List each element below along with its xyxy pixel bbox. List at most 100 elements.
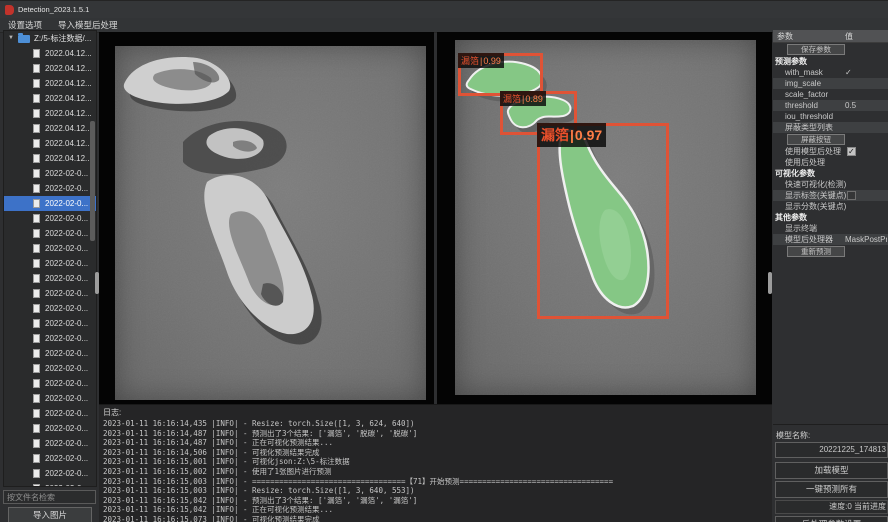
file-icon: [33, 439, 40, 448]
tree-item-label: 2022-02-0...: [45, 346, 88, 361]
log-line: 2023-01-11 16:16:15,073 |INFO| - 可视化预测结果…: [103, 515, 768, 522]
param-label: 模型后处理器: [785, 234, 833, 245]
model-name-field[interactable]: 20221225_174813: [775, 442, 888, 458]
tree-item-label: 2022.04.12...: [45, 106, 92, 121]
tree-item[interactable]: 2022-02-0...: [4, 391, 96, 406]
tree-item[interactable]: 2022-02-0...: [4, 181, 96, 196]
tree-item-label: 2022-02-0...: [45, 421, 88, 436]
param-row[interactable]: 使用模型后处理: [773, 146, 888, 157]
tree-item[interactable]: 2022-02-0...: [4, 451, 96, 466]
param-row[interactable]: 可视化参数: [773, 168, 888, 179]
file-icon: [33, 394, 40, 403]
app-logo-icon: [5, 5, 14, 15]
tree-item[interactable]: 2022-02-0...: [4, 211, 96, 226]
param-row[interactable]: 其他参数: [773, 212, 888, 223]
tree-item[interactable]: 2022.04.12...: [4, 151, 96, 166]
tree-item[interactable]: 2022-02-0...: [4, 301, 96, 316]
param-row[interactable]: scale_factor: [773, 89, 888, 100]
tree-item[interactable]: 2022-02-0...: [4, 256, 96, 271]
param-label: 快速可视化(检测): [785, 179, 846, 190]
tree-item[interactable]: 2022-02-0...: [4, 241, 96, 256]
param-row[interactable]: 屏蔽类型列表: [773, 122, 888, 133]
file-icon: [33, 79, 40, 88]
tree-item[interactable]: 2022-02-0...: [4, 346, 96, 361]
param-value[interactable]: ✓: [845, 67, 852, 78]
tree-item-label: 2022-02-0...: [45, 331, 88, 346]
param-row[interactable]: 重新预测: [773, 245, 888, 258]
tree-item-label: 2022-02-0...: [45, 286, 88, 301]
tree-item[interactable]: 2022-02-0...: [4, 196, 96, 211]
tree-item[interactable]: 2022-02-0...: [4, 436, 96, 451]
param-row[interactable]: 快速可视化(检测): [773, 179, 888, 190]
tree-scrollbar-thumb[interactable]: [90, 121, 95, 241]
file-icon: [33, 259, 40, 268]
param-label: 重新预测: [787, 246, 845, 257]
params-header-param: 参数: [777, 30, 793, 43]
import-images-button[interactable]: 导入图片: [8, 507, 92, 522]
postprocess-params-button[interactable]: 后处理参数设置: [775, 516, 888, 522]
tree-item[interactable]: 2022-02-0...: [4, 166, 96, 181]
window-title: Detection_2023.1.5.1: [18, 1, 89, 19]
tree-item[interactable]: 2022-02-0...: [4, 286, 96, 301]
tree-splitter-handle[interactable]: [95, 272, 99, 294]
param-row[interactable]: 保存参数: [773, 43, 888, 56]
log-line: 2023-01-11 16:16:14,506 |INFO| - 可视化预测结果…: [103, 448, 768, 458]
tree-item-label: 2022-02-0...: [45, 271, 88, 286]
original-image-panel: [99, 32, 434, 408]
file-icon: [33, 139, 40, 148]
tree-item[interactable]: 2022-02-0...: [4, 376, 96, 391]
param-row[interactable]: 预测参数: [773, 56, 888, 67]
param-row[interactable]: img_scale: [773, 78, 888, 89]
predict-all-button[interactable]: 一键预测所有: [775, 481, 888, 498]
tree-item[interactable]: 2022.04.12...: [4, 91, 96, 106]
tree-item[interactable]: 2022.04.12...: [4, 121, 96, 136]
log-title: 日志:: [103, 407, 121, 418]
param-value[interactable]: MaskPostPro: [845, 234, 887, 245]
file-icon: [33, 49, 40, 58]
tree-item[interactable]: 2022-02-0: [4, 481, 96, 487]
tree-item[interactable]: 2022-02-0...: [4, 271, 96, 286]
file-icon: [33, 64, 40, 73]
tree-item[interactable]: 2022-02-0...: [4, 226, 96, 241]
log-line: 2023-01-11 16:16:15,042 |INFO| - 预测出了3个结…: [103, 496, 768, 506]
file-icon: [33, 484, 40, 487]
tree-item-label: 2022-02-0...: [45, 451, 88, 466]
tree-root-node[interactable]: Z:/5-标注数据/...: [4, 31, 96, 46]
param-row[interactable]: 显示分数(关键点): [773, 201, 888, 212]
tree-item[interactable]: 2022-02-0...: [4, 406, 96, 421]
tree-item[interactable]: 2022.04.12...: [4, 136, 96, 151]
param-row[interactable]: 使用后处理: [773, 157, 888, 168]
param-value[interactable]: 0.5: [845, 100, 856, 111]
param-row[interactable]: threshold 0.5: [773, 100, 888, 111]
search-input[interactable]: [3, 490, 96, 504]
checkbox-icon[interactable]: [847, 147, 856, 156]
param-row[interactable]: 屏蔽按钮: [773, 133, 888, 146]
tree-item[interactable]: 2022-02-0...: [4, 466, 96, 481]
param-label: threshold: [785, 100, 818, 111]
expander-icon[interactable]: [8, 31, 14, 46]
param-label: 其他参数: [775, 212, 807, 223]
load-model-button[interactable]: 加载模型: [775, 462, 888, 479]
tree-item-label: 2022-02-0...: [45, 316, 88, 331]
tree-item[interactable]: 2022.04.12...: [4, 106, 96, 121]
file-icon: [33, 454, 40, 463]
progress-status: 速度:0 当前进度: [775, 500, 888, 514]
tree-item[interactable]: 2022-02-0...: [4, 316, 96, 331]
file-icon: [33, 229, 40, 238]
param-row[interactable]: 显示标签(关键点): [773, 190, 888, 201]
detection-score: 0.89: [525, 94, 543, 104]
param-row[interactable]: 模型后处理器 MaskPostPro: [773, 234, 888, 245]
params-splitter-handle[interactable]: [768, 272, 772, 294]
tree-item[interactable]: 2022.04.12...: [4, 76, 96, 91]
detection-score: 0.99: [483, 56, 501, 66]
param-row[interactable]: 显示终端: [773, 223, 888, 234]
log-line: 2023-01-11 16:16:15,003 |INFO| - Resize:…: [103, 486, 768, 496]
tree-item[interactable]: 2022.04.12...: [4, 46, 96, 61]
param-row[interactable]: iou_threshold: [773, 111, 888, 122]
tree-item[interactable]: 2022-02-0...: [4, 361, 96, 376]
tree-item[interactable]: 2022-02-0...: [4, 331, 96, 346]
checkbox-icon[interactable]: [847, 191, 856, 200]
tree-item[interactable]: 2022-02-0...: [4, 421, 96, 436]
tree-item[interactable]: 2022.04.12...: [4, 61, 96, 76]
param-row[interactable]: with_mask ✓: [773, 67, 888, 78]
